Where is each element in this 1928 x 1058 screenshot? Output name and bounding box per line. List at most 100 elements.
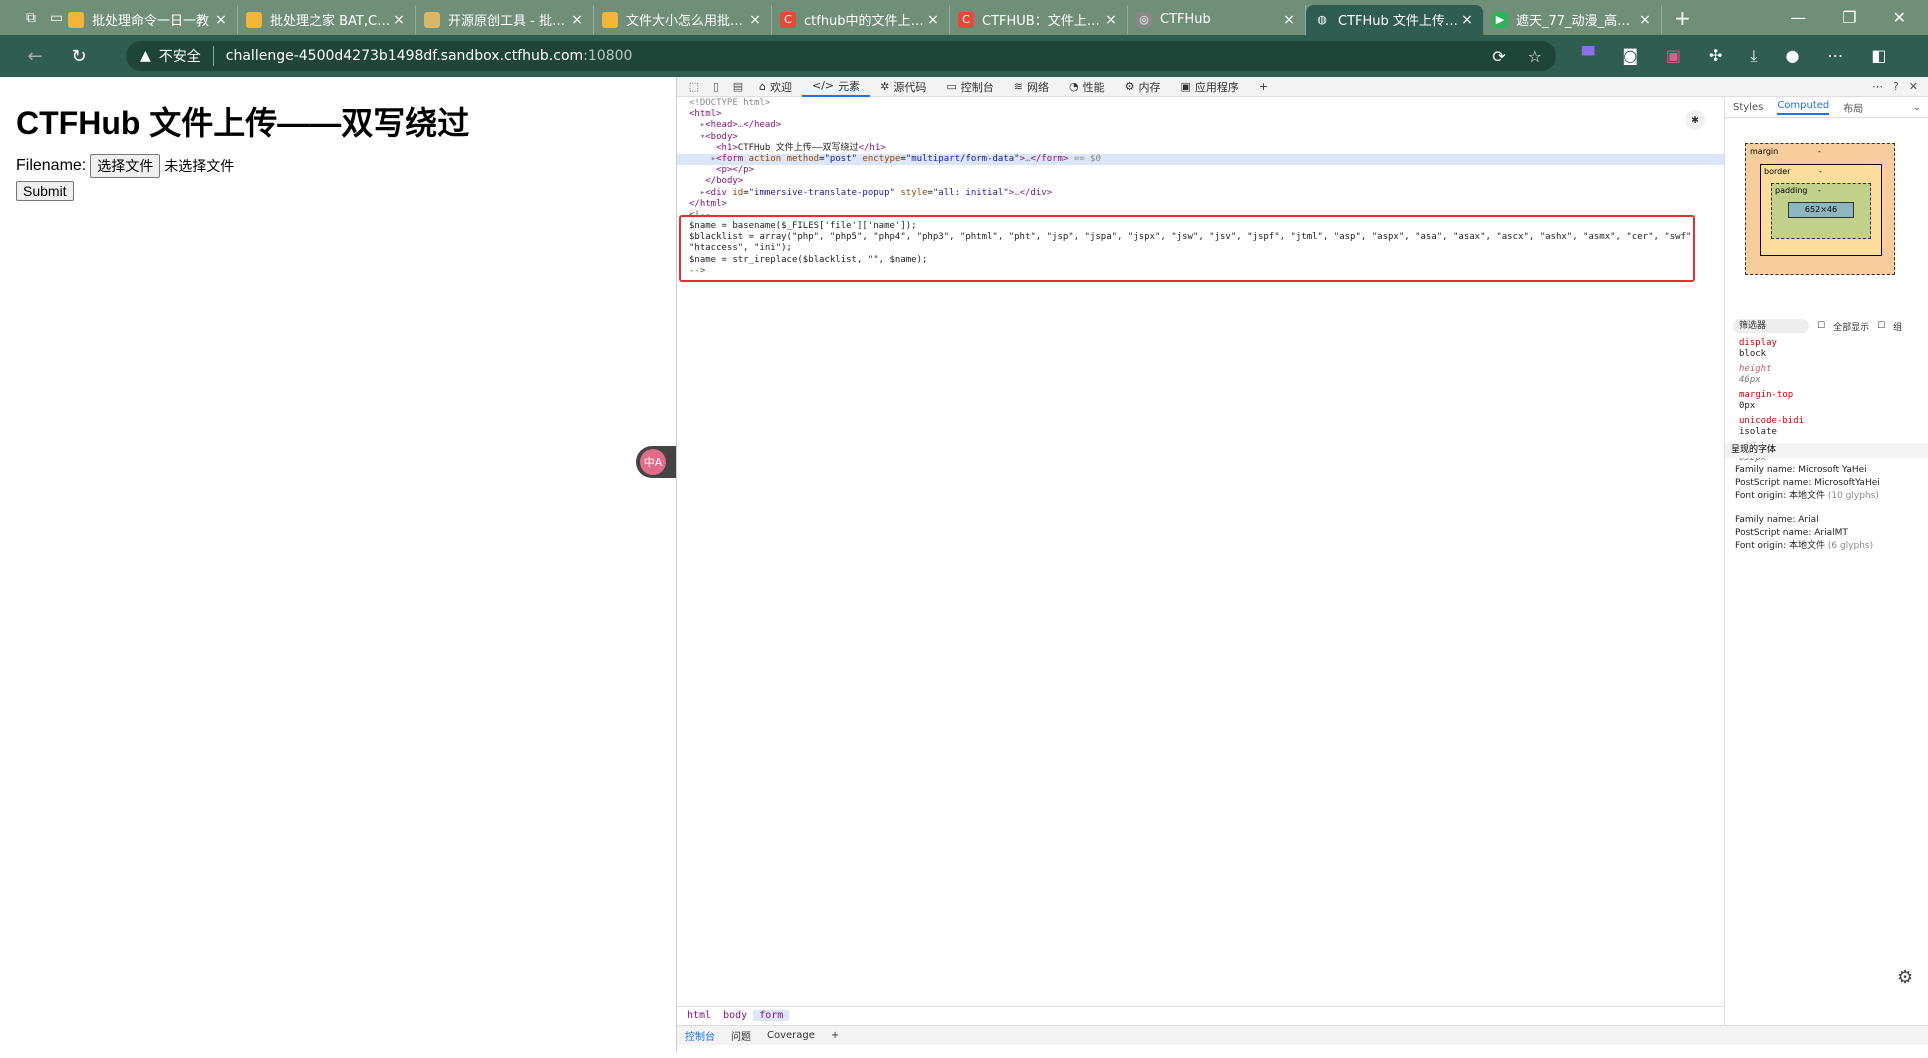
url-port[interactable]: :10800 [583, 48, 632, 64]
device-icon[interactable]: ▯ [705, 80, 727, 93]
translate-button[interactable]: 中A [636, 446, 676, 478]
breadcrumb-form[interactable]: form [753, 1010, 790, 1021]
dom-line[interactable]: ▸<div id="immersive-translate-popup" sty… [677, 188, 1724, 199]
dom-line[interactable]: <html> [677, 109, 1724, 120]
close-window-icon[interactable]: ✕ [1893, 8, 1906, 27]
app-icon: ▣ [1180, 80, 1191, 93]
browser-tab[interactable]: 开源原创工具 - 批处理 × [416, 4, 594, 35]
close-icon[interactable]: × [747, 12, 763, 28]
dom-line[interactable]: </body> [677, 176, 1724, 187]
avatar[interactable]: ● [1785, 46, 1799, 66]
tab-memory[interactable]: ⚙ 内存 [1115, 77, 1171, 97]
tab-welcome[interactable]: ⌂ 欢迎 [749, 77, 802, 97]
tab-styles[interactable]: Styles [1733, 102, 1763, 113]
reload-icon[interactable]: ↻ [62, 46, 96, 67]
tab-console[interactable]: ▭ 控制台 [936, 77, 1003, 97]
close-icon[interactable]: × [1637, 12, 1653, 28]
warning-icon[interactable]: ▲ [140, 48, 151, 64]
breadcrumb-body[interactable]: body [717, 1010, 753, 1021]
new-tab-button[interactable]: + [1662, 6, 1703, 30]
close-icon[interactable]: × [1459, 12, 1475, 28]
download-icon[interactable]: ⤓ [1750, 46, 1757, 66]
page-title: CTFHub 文件上传——双写绕过 [16, 105, 470, 141]
close-icon[interactable]: × [213, 12, 229, 28]
folder-icon [246, 11, 262, 28]
settings-gear-icon[interactable]: ⚙ [1897, 967, 1913, 988]
dom-line[interactable]: <!DOCTYPE html> [677, 98, 1724, 109]
dom-line[interactable]: </html> [677, 199, 1724, 210]
close-icon[interactable]: × [569, 12, 585, 28]
browser-tab[interactable]: Cctfhub中的文件上传- × [772, 4, 950, 35]
folder-icon [68, 11, 84, 28]
browser-tab-active[interactable]: ◍ CTFHub 文件上传—— × [1306, 4, 1484, 35]
close-devtools-icon[interactable]: ✕ [1909, 80, 1918, 93]
browser-tab[interactable]: 文件大小怎么用批处理 × [594, 4, 772, 35]
drawer-tab-console[interactable]: 控制台 [685, 1028, 715, 1043]
font-info: Family name: Microsoft YaHei PostScript … [1735, 465, 1880, 501]
tab-application[interactable]: ▣ 应用程序 [1170, 77, 1248, 97]
drawer-tab-coverage[interactable]: Coverage [767, 1030, 815, 1041]
close-icon[interactable]: × [391, 12, 407, 28]
prop-name[interactable]: height [1733, 364, 1923, 375]
puzzle-icon[interactable]: ✣ [1709, 46, 1722, 66]
browser-tab[interactable]: 批处理之家 BAT,CMD, × [238, 4, 416, 35]
browser-tab[interactable]: 批处理命令一日一教 × [60, 4, 238, 35]
prop-name[interactable]: display [1733, 338, 1923, 349]
omnibox[interactable]: ▲ 不安全 challenge-4500d4273b1498df.sandbox… [126, 41, 1556, 71]
dom-line-selected[interactable]: ▸<form action method="post" enctype="mul… [677, 153, 1724, 166]
chevron-down-icon[interactable]: ⌄ [1913, 102, 1928, 113]
box-model: margin - border - padding - 652×46 [1745, 143, 1895, 275]
dom-line[interactable]: ▸<head>…</head> [677, 120, 1724, 131]
add-drawer-tab-button[interactable]: + [831, 1030, 839, 1041]
tab-sources[interactable]: ✲ 源代码 [870, 77, 936, 97]
browser-tab[interactable]: ◎ CTFHub × [1128, 4, 1306, 35]
tab-computed[interactable]: Computed [1777, 100, 1830, 115]
browser-tab[interactable]: C CTFHUB：文件上传全 × [950, 4, 1128, 35]
more-tools-button[interactable]: + [1249, 77, 1278, 97]
choose-file-button[interactable]: 选择文件 [90, 154, 161, 178]
bug-icon: ✲ [880, 80, 890, 93]
dom-line[interactable]: ▾<body> [677, 132, 1724, 143]
breadcrumb-html[interactable]: html [681, 1010, 717, 1021]
extension-icon[interactable]: ▣ [1666, 46, 1681, 66]
dom-line[interactable]: <h1>CTFHub 文件上传——双写绕过</h1> [677, 143, 1724, 154]
tab-network[interactable]: ≋ 网络 [1004, 77, 1059, 97]
security-label[interactable]: 不安全 [159, 46, 214, 66]
ctfhub-icon: ◎ [1136, 11, 1152, 28]
browser-tab[interactable]: ▶ 遮天_77_动漫_高清完 × [1484, 4, 1662, 35]
extension-icon[interactable]: ◙ [1622, 46, 1638, 66]
dom-line[interactable]: <p></p> [677, 165, 1724, 176]
rendered-fonts-header: 呈现的字体 [1725, 443, 1928, 458]
close-icon[interactable]: × [1281, 12, 1297, 28]
back-icon[interactable]: ← [18, 46, 52, 67]
read-aloud-icon[interactable]: ⟳ [1492, 47, 1505, 66]
sidebar-icon[interactable]: ◧ [1871, 46, 1886, 66]
submit-button[interactable]: Submit [16, 181, 74, 201]
group-checkbox[interactable]: ☐ [1877, 321, 1885, 331]
dock-icon[interactable]: ▤ [727, 80, 749, 93]
folder-icon [424, 11, 440, 28]
minimize-icon[interactable]: — [1790, 8, 1806, 27]
url-host[interactable]: challenge-4500d4273b1498df.sandbox.ctfhu… [226, 48, 583, 64]
inspect-icon[interactable]: ⬚ [683, 80, 705, 93]
close-icon[interactable]: × [1103, 12, 1119, 28]
tab-layout[interactable]: 布局 [1843, 100, 1863, 115]
box-model-content[interactable]: 652×46 [1788, 202, 1854, 218]
show-all-checkbox[interactable]: ☐ [1817, 321, 1825, 331]
more-icon[interactable]: ⋯ [1872, 80, 1883, 93]
prop-name[interactable]: unicode-bidi [1733, 416, 1923, 427]
prop-name[interactable]: margin-top [1733, 390, 1923, 401]
accessibility-icon[interactable]: ✱ [1685, 110, 1705, 130]
extension-icon[interactable]: ▀ [1582, 46, 1594, 66]
styles-sidebar: Styles Computed 布局 ⌄ margin - border - p… [1724, 98, 1928, 1025]
tab-performance[interactable]: ◔ 性能 [1059, 77, 1115, 97]
workspaces-icon[interactable]: ⧉ [26, 10, 36, 26]
favorite-icon[interactable]: ☆ [1528, 47, 1542, 66]
tab-elements[interactable]: </> 元素 [801, 77, 871, 97]
help-icon[interactable]: ? [1893, 80, 1899, 93]
more-icon[interactable]: ⋯ [1827, 46, 1843, 66]
close-icon[interactable]: × [925, 12, 941, 28]
drawer-tab-issues[interactable]: 问题 [731, 1028, 751, 1043]
filter-input[interactable]: 筛选器 [1733, 319, 1809, 333]
restore-icon[interactable]: ❐ [1842, 8, 1856, 27]
